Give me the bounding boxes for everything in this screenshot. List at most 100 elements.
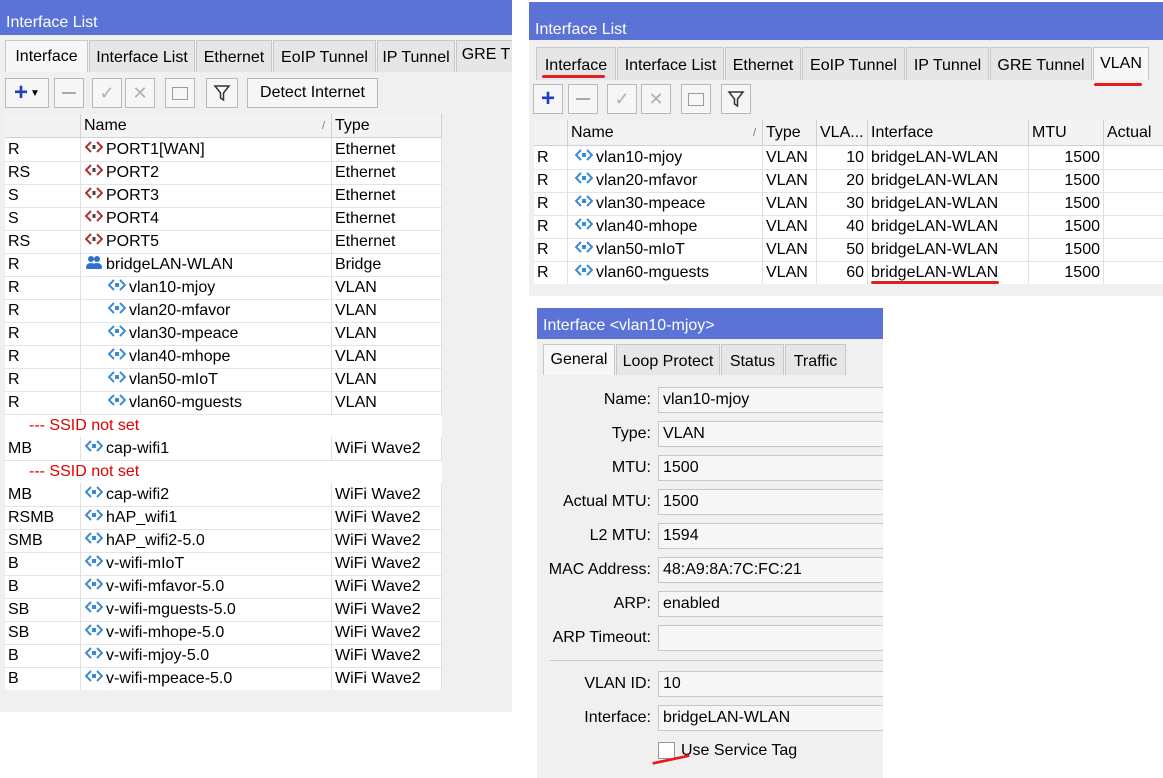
disable-button[interactable]: ✕: [641, 84, 671, 114]
filter-button[interactable]: [206, 78, 238, 108]
interface-name: hAP_wifi2-5.0: [106, 531, 205, 549]
comment-button[interactable]: [165, 78, 195, 108]
table-row[interactable]: Bv-wifi-mjoy-5.0 WiFi Wave2: [5, 644, 442, 668]
vlan-id-field[interactable]: 10: [658, 671, 883, 697]
column-header-interface[interactable]: Interface: [868, 120, 1029, 145]
table-row[interactable]: MB cap-wifi1 WiFi Wave2: [5, 437, 442, 461]
enable-button[interactable]: ✓: [92, 78, 122, 108]
interface-cell: bridgeLAN-WLAN: [868, 192, 1029, 215]
type-cell: Bridge: [332, 253, 442, 276]
interface-name: v-wifi-mhope-5.0: [106, 623, 225, 641]
flags-cell: R: [5, 322, 81, 345]
table-row[interactable]: SB v-wifi-mhope-5.0 WiFi Wave2: [5, 621, 442, 645]
tab-ip-tunnel[interactable]: IP Tunnel: [377, 40, 455, 72]
filter-button[interactable]: [721, 84, 751, 114]
table-row[interactable]: Bv-wifi-mpeace-5.0 WiFi Wave2: [5, 667, 442, 690]
flags-cell: MB: [5, 483, 81, 506]
table-row[interactable]: Rvlan60-mguests VLAN 60 bridgeLAN-WLAN 1500: [534, 261, 1163, 284]
l2-mtu-field[interactable]: 1594: [658, 523, 883, 549]
mtu-cell: 1500: [1029, 261, 1104, 284]
column-header-name[interactable]: Name /: [81, 114, 332, 137]
tab-interface[interactable]: Interface: [5, 40, 88, 72]
table-row[interactable]: RbridgeLAN-WLAN Bridge: [5, 253, 442, 277]
tab-gre-tunnel[interactable]: GRE T: [456, 40, 512, 72]
ethernet-icon: [84, 186, 104, 205]
table-row[interactable]: S PORT4 Ethernet: [5, 207, 442, 231]
table-row[interactable]: Rvlan50-mIoT VLAN: [5, 368, 442, 392]
disable-button[interactable]: ✕: [125, 78, 155, 108]
table-row[interactable]: Rvlan10-mjoy VLAN 10 bridgeLAN-WLAN 1500: [534, 146, 1163, 170]
remove-button[interactable]: [568, 84, 598, 114]
flags-cell: B: [5, 575, 81, 598]
table-row[interactable]: Bv-wifi-mfavor-5.0 WiFi Wave2: [5, 575, 442, 599]
arp-timeout-field[interactable]: [658, 625, 883, 651]
column-header-type[interactable]: Type: [332, 114, 442, 137]
table-row[interactable]: Rvlan40-mhope VLAN: [5, 345, 442, 369]
mtu-field[interactable]: 1500: [658, 455, 883, 481]
column-header-flags[interactable]: [5, 114, 81, 137]
tab-ethernet[interactable]: Ethernet: [725, 47, 801, 80]
type-cell: VLAN: [763, 146, 817, 169]
table-row[interactable]: R PORT1[WAN] Ethernet: [5, 138, 442, 162]
type-cell: WiFi Wave2: [332, 621, 442, 644]
tab-interface-list[interactable]: Interface List: [617, 47, 724, 80]
name-cell: v-wifi-mfavor-5.0: [81, 575, 332, 598]
flags-cell: R: [534, 146, 568, 169]
flags-cell: B: [5, 644, 81, 667]
use-service-tag-checkbox[interactable]: [658, 742, 675, 759]
mtu-cell: 1500: [1029, 215, 1104, 238]
table-row[interactable]: SB v-wifi-mguests-5.0 WiFi Wave2: [5, 598, 442, 622]
column-header-actual-mtu[interactable]: Actual: [1104, 120, 1163, 145]
tab-gre-tunnel[interactable]: GRE Tunnel: [990, 47, 1092, 80]
name-field[interactable]: vlan10-mjoy: [658, 387, 883, 413]
tab-eoip-tunnel[interactable]: EoIP Tunnel: [273, 40, 376, 72]
add-button[interactable]: +: [533, 84, 563, 114]
table-row[interactable]: Rvlan40-mhope VLAN 40 bridgeLAN-WLAN 1500: [534, 215, 1163, 239]
table-row[interactable]: Bv-wifi-mIoT WiFi Wave2: [5, 552, 442, 576]
table-row[interactable]: RSMB hAP_wifi1 WiFi Wave2: [5, 506, 442, 530]
interface-field[interactable]: bridgeLAN-WLAN: [658, 705, 883, 731]
column-header-name[interactable]: Name /: [568, 120, 763, 145]
table-row[interactable]: Rvlan30-mpeace VLAN 30 bridgeLAN-WLAN 1500: [534, 192, 1163, 216]
table-row[interactable]: Rvlan50-mIoT VLAN 50 bridgeLAN-WLAN 1500: [534, 238, 1163, 262]
table-row[interactable]: Rvlan20-mfavor VLAN 20 bridgeLAN-WLAN 1500: [534, 169, 1163, 193]
tab-ethernet[interactable]: Ethernet: [196, 40, 272, 72]
filter-icon: [727, 91, 745, 108]
tab-eoip-tunnel[interactable]: EoIP Tunnel: [802, 47, 905, 80]
actual-mtu-field[interactable]: 1500: [658, 489, 883, 515]
column-header-flags[interactable]: [534, 120, 568, 145]
arp-field[interactable]: enabled: [658, 591, 883, 617]
type-cell: WiFi Wave2: [332, 506, 442, 529]
tab-vlan[interactable]: VLAN: [1093, 47, 1149, 80]
column-header-vlan-id[interactable]: VLA...: [817, 120, 868, 145]
interface-name: v-wifi-mfavor-5.0: [106, 577, 225, 595]
wifi-icon: [84, 554, 104, 573]
table-row[interactable]: SMB hAP_wifi2-5.0 WiFi Wave2: [5, 529, 442, 553]
type-field[interactable]: VLAN: [658, 421, 883, 447]
comment-button[interactable]: [681, 84, 711, 114]
enable-button[interactable]: ✓: [607, 84, 637, 114]
tab-ip-tunnel[interactable]: IP Tunnel: [906, 47, 989, 80]
tab-interface-list[interactable]: Interface List: [89, 40, 195, 72]
table-row[interactable]: S PORT3 Ethernet: [5, 184, 442, 208]
name-cell: hAP_wifi2-5.0: [81, 529, 332, 552]
table-row[interactable]: Rvlan30-mpeace VLAN: [5, 322, 442, 346]
interface-cell: bridgeLAN-WLAN: [868, 215, 1029, 238]
table-row[interactable]: Rvlan10-mjoy VLAN: [5, 276, 442, 300]
table-row[interactable]: Rvlan20-mfavor VLAN: [5, 299, 442, 323]
mac-address-field[interactable]: 48:A9:8A:7C:FC:21: [658, 557, 883, 583]
table-row[interactable]: Rvlan60-mguests VLAN: [5, 391, 442, 415]
remove-button[interactable]: [54, 78, 84, 108]
table-row[interactable]: RS PORT2 Ethernet: [5, 161, 442, 185]
table-row[interactable]: RS PORT5 Ethernet: [5, 230, 442, 254]
flags-cell: R: [534, 192, 568, 215]
vlan-icon: [107, 347, 127, 366]
detect-internet-button[interactable]: Detect Internet: [247, 78, 378, 108]
vlan-id-cell: 20: [817, 169, 868, 192]
column-header-mtu[interactable]: MTU: [1029, 120, 1104, 145]
check-icon: ✓: [99, 82, 115, 103]
add-button[interactable]: + ▼: [5, 78, 49, 108]
flags-cell: S: [5, 184, 81, 207]
column-header-type[interactable]: Type: [763, 120, 817, 145]
table-row[interactable]: MB cap-wifi2 WiFi Wave2: [5, 483, 442, 507]
